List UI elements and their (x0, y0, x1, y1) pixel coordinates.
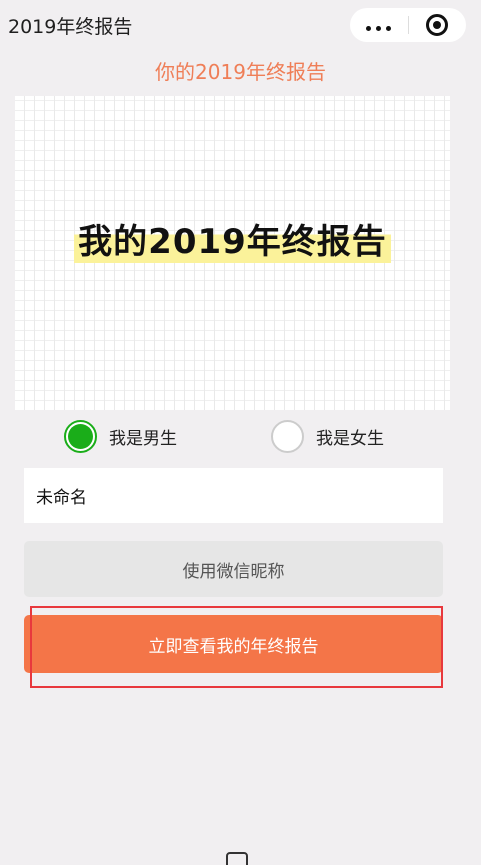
banner-title: 我的2019年终报告 (74, 214, 391, 263)
capsule-menu (350, 8, 466, 42)
report-banner: 我的2019年终报告 (15, 96, 450, 410)
more-button[interactable] (350, 8, 408, 42)
close-button[interactable] (409, 8, 467, 42)
radio-unchecked-icon[interactable] (271, 419, 304, 453)
gender-label-female: 我是女生 (316, 428, 384, 449)
gender-option-male[interactable]: 我是男生 (64, 418, 177, 454)
gender-option-female[interactable]: 我是女生 (271, 418, 384, 454)
highlight-annotation (30, 606, 443, 688)
top-nav-bar: 2019年终报告 (0, 0, 481, 48)
gender-label-male: 我是男生 (109, 428, 177, 449)
app-title: 2019年终报告 (8, 16, 133, 38)
more-dots-icon (364, 16, 394, 35)
home-indicator-icon[interactable] (226, 852, 248, 865)
target-close-icon (426, 14, 449, 36)
gender-radio-group: 我是男生 我是女生 (0, 418, 481, 454)
page-heading: 你的2019年终报告 (155, 60, 326, 84)
use-wechat-nickname-button[interactable]: 使用微信昵称 (24, 541, 443, 597)
nickname-input[interactable] (24, 468, 443, 523)
radio-checked-icon[interactable] (64, 419, 97, 453)
